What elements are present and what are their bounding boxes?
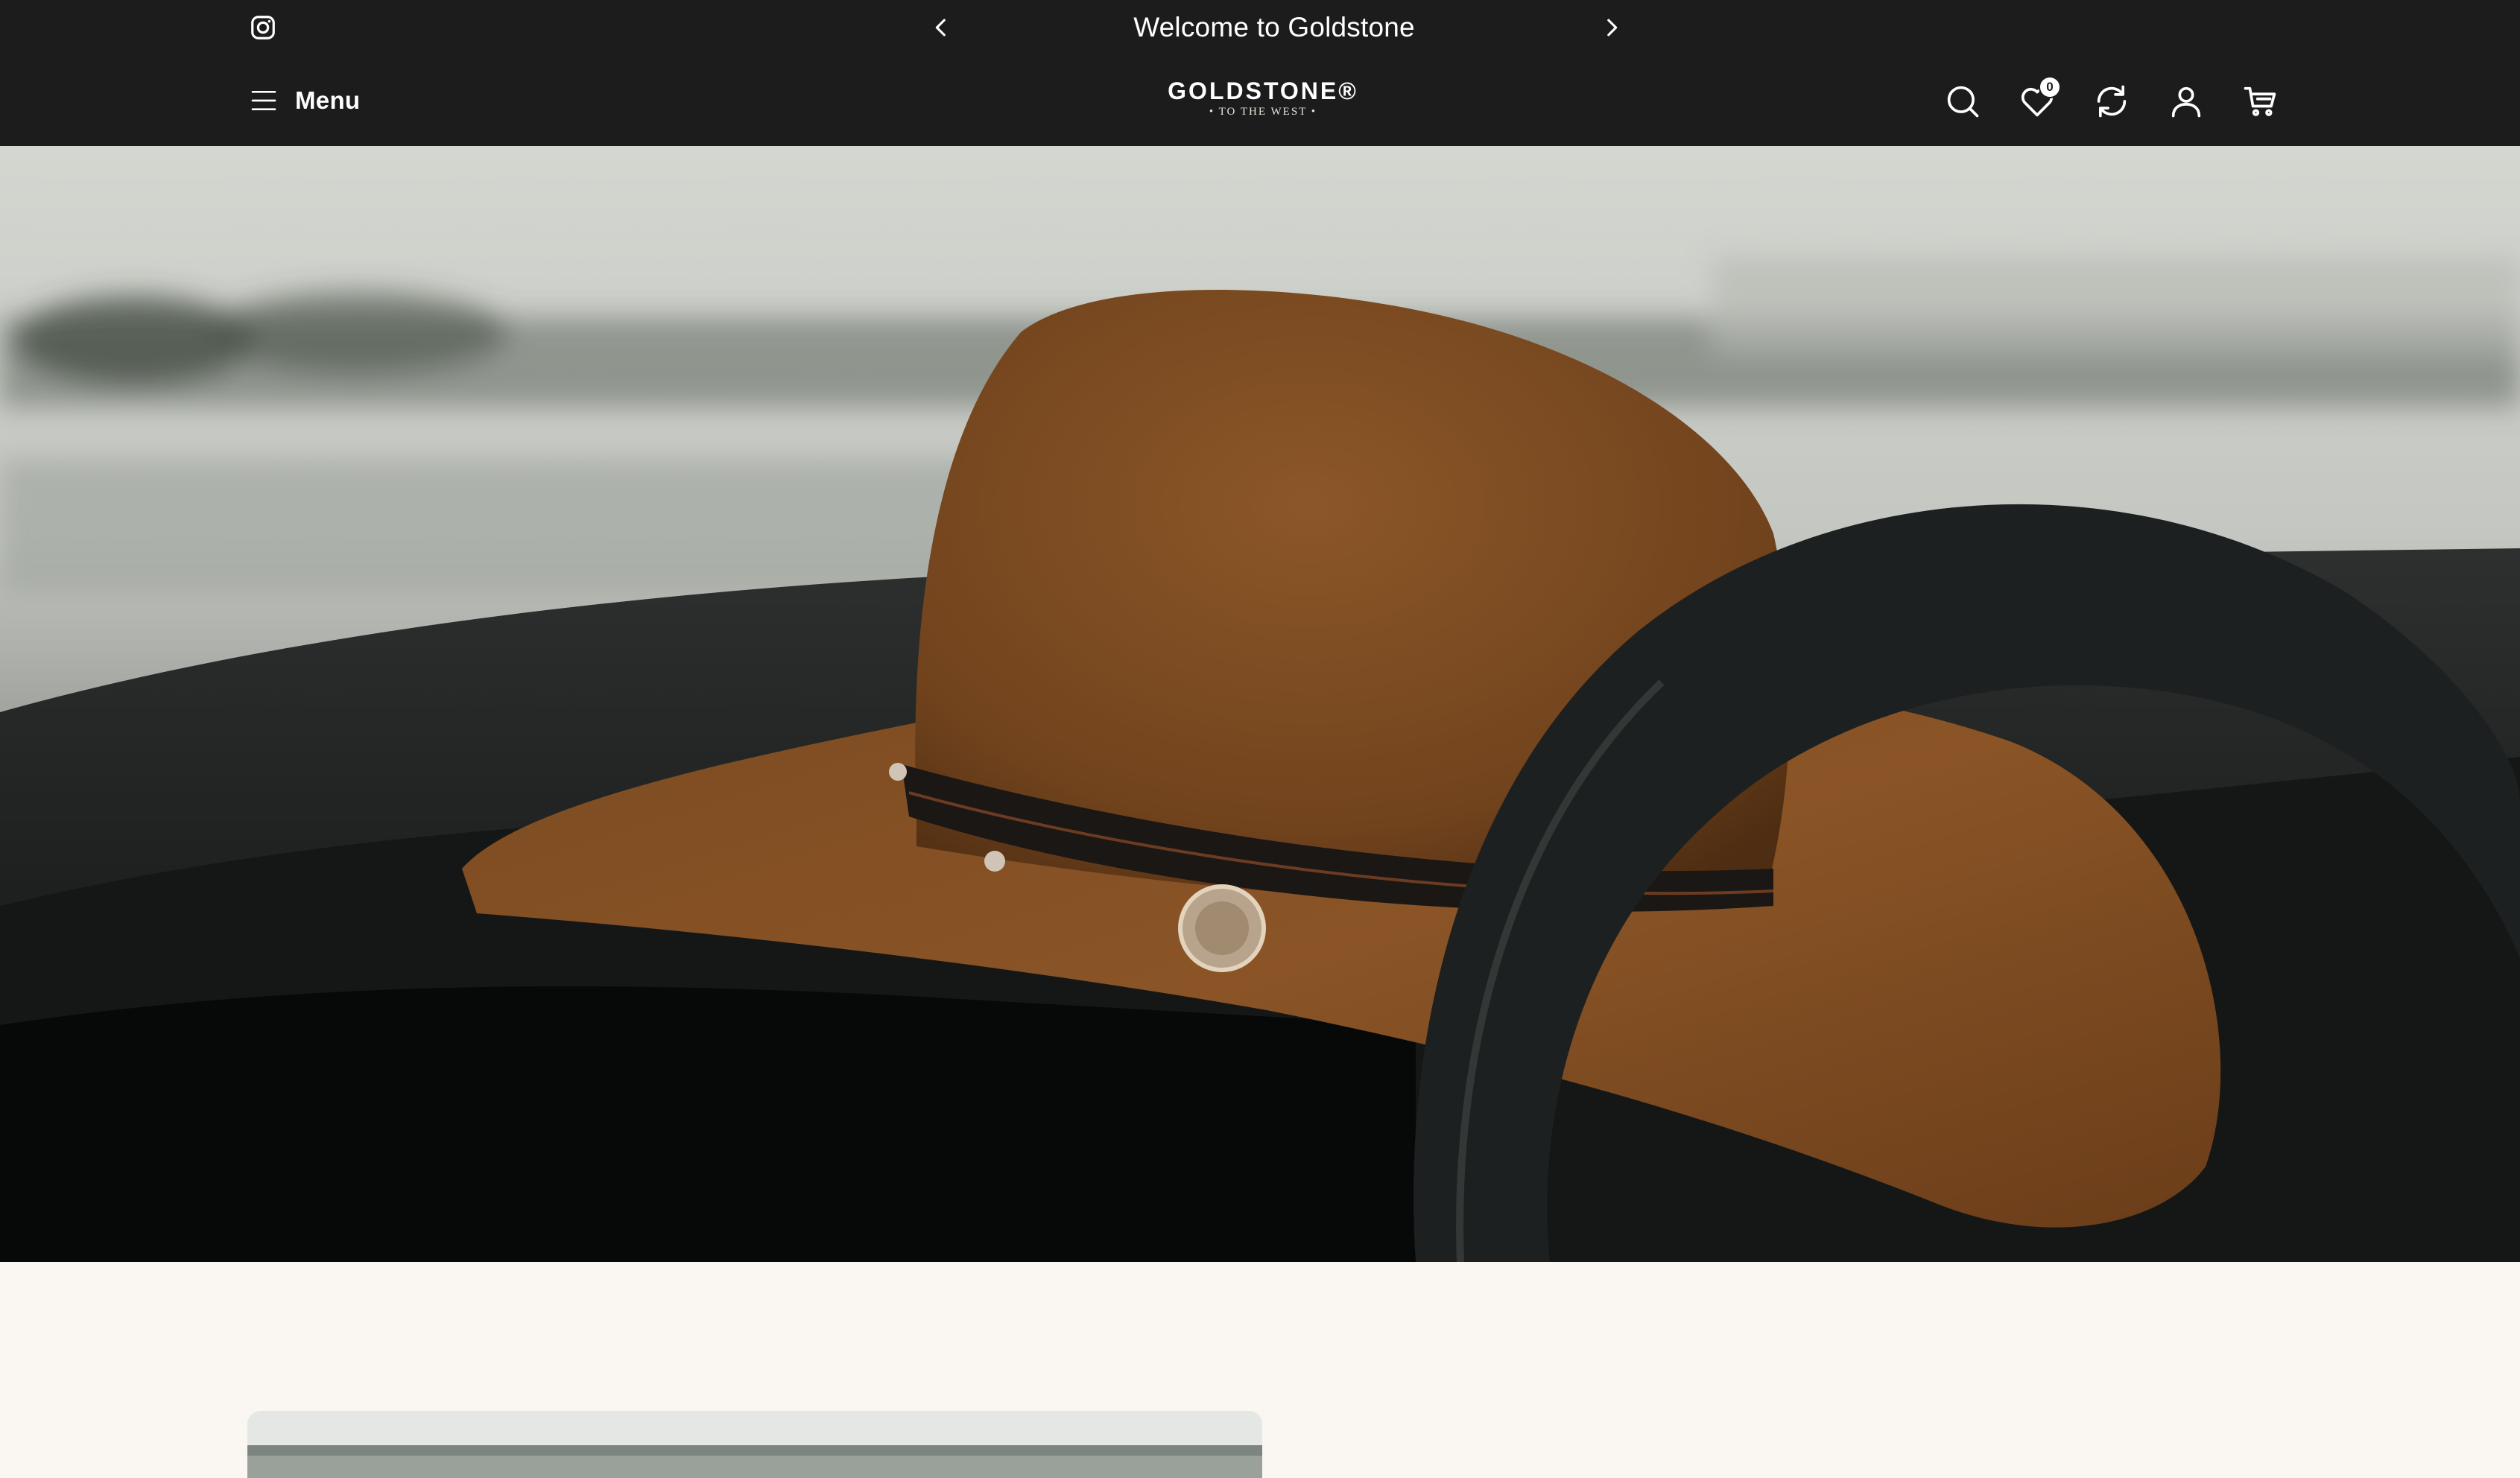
logo-tagline: • TO THE WEST •	[1209, 106, 1317, 118]
wishlist-heart-icon[interactable]: 0	[2018, 76, 2061, 121]
card-image-sky	[247, 1411, 1262, 1445]
hero-image[interactable]	[0, 146, 2520, 1262]
account-icon[interactable]	[2167, 82, 2206, 121]
compare-refresh-icon[interactable]	[2092, 82, 2131, 121]
logo-wordmark: GOLDSTONE®	[1168, 77, 1358, 104]
featured-card-image[interactable]	[247, 1411, 1262, 1478]
card-image-land	[247, 1456, 1262, 1478]
instagram-icon[interactable]	[249, 13, 277, 42]
announcement-bar: Welcome to Goldstone	[0, 0, 2520, 55]
card-image-horizon	[247, 1445, 1262, 1456]
search-icon[interactable]	[1943, 82, 1982, 121]
cowboy-hat-photo	[0, 146, 2520, 1262]
menu-label: Menu	[295, 86, 361, 114]
chevron-left-icon[interactable]	[928, 15, 954, 40]
hamburger-icon	[251, 91, 276, 110]
menu-button[interactable]: Menu	[249, 83, 360, 118]
site-logo[interactable]: GOLDSTONE® • TO THE WEST •	[1162, 77, 1364, 127]
site-header: Menu GOLDSTONE® • TO THE WEST • 0	[0, 55, 2520, 146]
cart-icon[interactable]	[2241, 82, 2280, 121]
announcement-message[interactable]: Welcome to Goldstone	[991, 0, 1557, 55]
chevron-right-icon[interactable]	[1599, 15, 1624, 40]
wishlist-count-badge: 0	[2039, 76, 2061, 98]
